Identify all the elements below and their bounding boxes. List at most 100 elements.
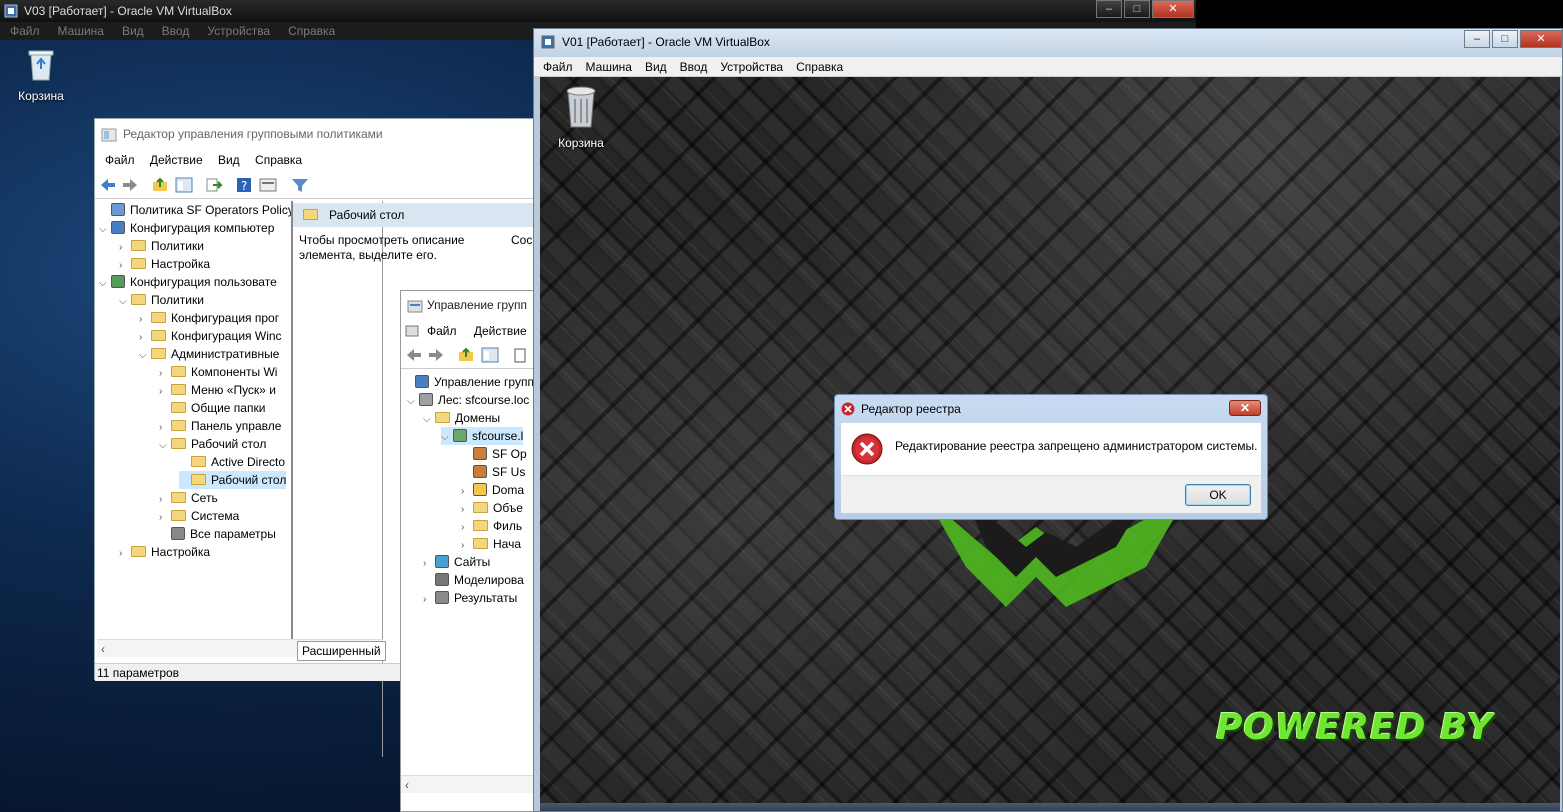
dialog-close-button[interactable]: ✕: [1229, 400, 1261, 416]
expand-chevron-icon[interactable]: ⌵: [441, 429, 453, 447]
ok-button[interactable]: OK: [1185, 484, 1251, 506]
menu-devices[interactable]: Устройства: [720, 57, 783, 77]
show-hide-tree-icon[interactable]: [175, 177, 193, 193]
gpm-tree-node[interactable]: SF Op: [461, 445, 527, 463]
gpm-tree-node[interactable]: › Сайты: [423, 553, 490, 571]
gpo_editor-tree-node[interactable]: Рабочий стол: [179, 471, 287, 489]
filter-icon[interactable]: [291, 177, 309, 193]
menu-file[interactable]: Файл: [543, 57, 573, 77]
gpo_editor-tree-node[interactable]: ⌵ Административные: [139, 345, 279, 363]
right-pane-column-header[interactable]: Сос: [511, 233, 532, 247]
expand-chevron-icon[interactable]: ⌵: [407, 393, 419, 411]
guest-taskbar[interactable]: [540, 803, 1560, 811]
gpm-tree-node[interactable]: › Нача: [461, 535, 521, 553]
maximize-button[interactable]: □: [1492, 30, 1518, 48]
scroll-left-icon[interactable]: ‹: [405, 778, 409, 792]
gpo_editor-tree-node[interactable]: › Конфигурация Winc: [139, 327, 282, 345]
menu-machine[interactable]: Машина: [586, 57, 632, 77]
gpm-tree-node[interactable]: › Doma: [461, 481, 524, 499]
recycle-bin[interactable]: Корзина: [546, 83, 616, 150]
gpo_editor-tree-node[interactable]: ⌵ Рабочий стол: [159, 435, 266, 453]
expand-chevron-icon[interactable]: ⌵: [423, 411, 435, 429]
gpm-tree-node[interactable]: › Результаты: [423, 589, 517, 607]
back-arrow-icon[interactable]: [99, 177, 117, 193]
expand-chevron-icon[interactable]: ›: [423, 591, 435, 609]
expand-chevron-icon[interactable]: ⌵: [159, 437, 171, 455]
gpo_editor-tree-node[interactable]: Общие папки: [159, 399, 265, 417]
scroll-left-icon[interactable]: ‹: [101, 642, 105, 656]
expand-chevron-icon[interactable]: ›: [119, 545, 131, 563]
gpo_editor-tree-node[interactable]: ⌵ Политики: [119, 291, 204, 309]
properties-icon[interactable]: [259, 177, 277, 193]
gpm-tree-node[interactable]: ⌵ Лес: sfcourse.loc: [407, 391, 529, 409]
gpm-tree-node[interactable]: Управление групп: [403, 373, 534, 391]
gpo_editor-tree-node[interactable]: › Компоненты Wi: [159, 363, 277, 381]
up-folder-icon[interactable]: [151, 177, 169, 193]
menu-file[interactable]: Файл: [10, 22, 40, 40]
minimize-button[interactable]: –: [1464, 30, 1490, 48]
minimize-button[interactable]: –: [1096, 0, 1122, 18]
close-button[interactable]: ✕: [1152, 0, 1194, 18]
up-folder-icon[interactable]: [457, 347, 475, 363]
menu-help[interactable]: Справка: [796, 57, 843, 77]
gpo_editor-tree-node[interactable]: Политика SF Operators Policy [: [99, 201, 301, 219]
gpm-menu-action[interactable]: Действие: [474, 321, 527, 341]
close-button[interactable]: ✕: [1520, 30, 1562, 48]
forward-arrow-icon[interactable]: [121, 177, 139, 193]
maximize-button[interactable]: □: [1124, 0, 1150, 18]
gpo_editor-tree-node[interactable]: Active Directo: [179, 453, 285, 471]
gpo_editor-tree-node[interactable]: › Настройка: [119, 543, 210, 561]
gpo_editor-tree-node[interactable]: › Настройка: [119, 255, 210, 273]
gpo_editor-tree-node[interactable]: › Конфигурация прог: [139, 309, 279, 327]
gpo-menu-view[interactable]: Вид: [218, 151, 240, 169]
v01-guest-screen[interactable]: Корзина POWERED BY Редактор реестра ✕ Ре…: [540, 77, 1560, 811]
gpo-menu-file[interactable]: Файл: [105, 151, 135, 169]
v03-title-bar[interactable]: V03 [Работает] - Oracle VM VirtualBox – …: [0, 0, 1196, 22]
gpm-title-bar[interactable]: Управление групп: [401, 291, 539, 319]
v01-virtualbox-window[interactable]: V01 [Работает] - Oracle VM VirtualBox – …: [533, 28, 1563, 812]
gpo_editor-tree-node[interactable]: › Меню «Пуск» и: [159, 381, 276, 399]
expand-chevron-icon[interactable]: ⌵: [99, 221, 111, 239]
gpo_editor-tree-node[interactable]: Все параметры: [159, 525, 276, 543]
gpm-tree-node[interactable]: ⌵ Домены: [423, 409, 500, 427]
gpo-title-bar[interactable]: Редактор управления групповыми политикам…: [95, 119, 533, 149]
back-arrow-icon[interactable]: [405, 347, 423, 363]
clipboard-icon[interactable]: [511, 347, 529, 363]
gpm-tree-node[interactable]: › Объе: [461, 499, 523, 517]
gpo_editor-tree-node[interactable]: › Политики: [119, 237, 204, 255]
tab-extended[interactable]: Расширенный: [297, 641, 386, 661]
gpm-tree-node[interactable]: ⌵ sfcourse.l: [441, 427, 524, 447]
v01-title-bar[interactable]: V01 [Работает] - Oracle VM VirtualBox – …: [534, 29, 1562, 57]
menu-view[interactable]: Вид: [645, 57, 667, 77]
export-list-icon[interactable]: [205, 177, 223, 193]
recycle-bin[interactable]: Корзина: [6, 48, 76, 103]
menu-help[interactable]: Справка: [288, 22, 335, 40]
gpm-menu-file[interactable]: Файл: [427, 321, 457, 341]
menu-input[interactable]: Ввод: [680, 57, 708, 77]
registry-error-dialog[interactable]: Редактор реестра ✕ Редактирование реестр…: [834, 394, 1268, 520]
gpm-icon: [415, 375, 429, 388]
gpo-menu-action[interactable]: Действие: [150, 151, 203, 169]
gpo_editor-tree-node[interactable]: › Панель управле: [159, 417, 281, 435]
gpo_editor-tree-node[interactable]: › Система: [159, 507, 239, 525]
gpo-menu-help[interactable]: Справка: [255, 151, 302, 169]
menu-input[interactable]: Ввод: [162, 22, 190, 40]
help-icon[interactable]: ?: [235, 177, 253, 193]
expand-chevron-icon[interactable]: ⌵: [99, 275, 111, 293]
gpm-tree-node[interactable]: SF Us: [461, 463, 525, 481]
menu-machine[interactable]: Машина: [58, 22, 104, 40]
gpo_editor-tree-node[interactable]: ⌵ Конфигурация компьютер: [99, 219, 274, 237]
expand-chevron-icon[interactable]: ⌵: [119, 293, 131, 311]
menu-devices[interactable]: Устройства: [207, 22, 270, 40]
gpm-hscrollbar[interactable]: ‹: [401, 775, 539, 793]
gpm-window[interactable]: Управление групп Файл Действие Управлени…: [400, 290, 540, 812]
gpm-tree-node[interactable]: Моделирова: [423, 571, 524, 589]
forward-arrow-icon[interactable]: [427, 347, 445, 363]
gpm-tree-node[interactable]: › Филь: [461, 517, 522, 535]
gpo_editor-tree-node[interactable]: › Сеть: [159, 489, 218, 507]
expand-chevron-icon[interactable]: ⌵: [139, 347, 151, 365]
gpo-title: Редактор управления групповыми политикам…: [123, 127, 383, 141]
show-hide-tree-icon[interactable]: [481, 347, 499, 363]
gpo_editor-tree-node[interactable]: ⌵ Конфигурация пользовате: [99, 273, 277, 291]
menu-view[interactable]: Вид: [122, 22, 144, 40]
